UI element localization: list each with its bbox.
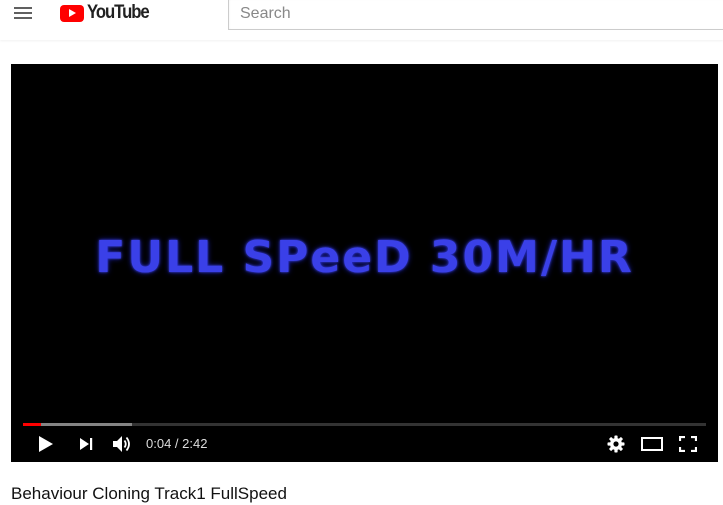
time-display: 0:04 / 2:42 <box>146 436 207 451</box>
menu-icon-line <box>14 12 32 14</box>
play-icon <box>39 436 53 452</box>
progress-bar[interactable] <box>23 423 706 426</box>
mute-button[interactable] <box>107 429 137 459</box>
duration: 2:42 <box>182 436 208 451</box>
time-separator: / <box>171 436 183 451</box>
masthead: YouTube <box>0 0 723 40</box>
video-title: Behaviour Cloning Track1 FullSpeed <box>11 484 287 503</box>
youtube-logo[interactable]: YouTube <box>60 2 157 24</box>
progress-played <box>23 423 42 426</box>
gear-icon <box>607 435 625 453</box>
play-button[interactable] <box>31 429 61 459</box>
youtube-play-logo-icon <box>60 4 84 22</box>
theater-mode-button[interactable] <box>637 429 667 459</box>
search-box <box>228 0 723 30</box>
current-time: 0:04 <box>146 436 172 451</box>
settings-button[interactable] <box>601 429 631 459</box>
theater-mode-icon <box>641 437 663 451</box>
menu-icon[interactable] <box>12 4 34 22</box>
youtube-logo-text: YouTube <box>87 2 150 23</box>
video-player[interactable]: FULL SPeeD 30M/HR 0:04 / 2:42 <box>11 64 718 462</box>
player-controls: 0:04 / 2:42 <box>11 429 718 459</box>
search-input[interactable] <box>229 0 723 29</box>
next-icon <box>80 438 93 450</box>
fullscreen-icon <box>679 436 697 452</box>
menu-icon-line <box>14 7 32 9</box>
fullscreen-button[interactable] <box>673 429 703 459</box>
volume-icon <box>113 436 130 452</box>
next-button[interactable] <box>71 429 101 459</box>
video-frame-text: FULL SPeeD 30M/HR <box>95 232 634 283</box>
menu-icon-line <box>14 17 32 19</box>
